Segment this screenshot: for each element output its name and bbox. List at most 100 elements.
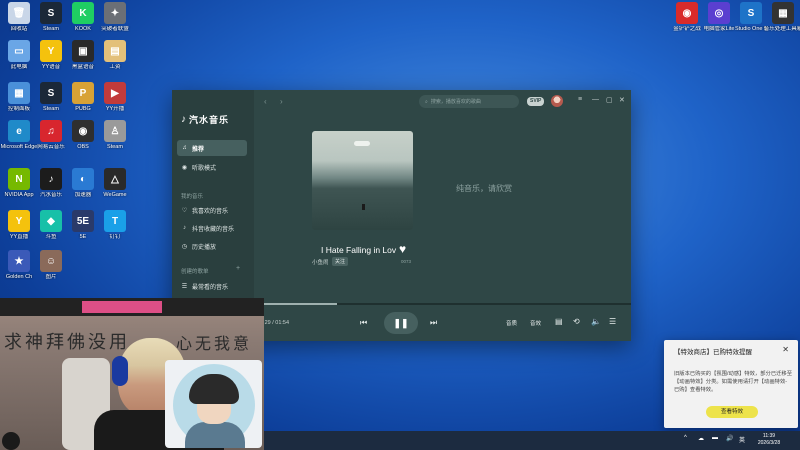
- loop-icon[interactable]: ⟲: [573, 317, 580, 326]
- app-icon: Y: [8, 210, 30, 232]
- app-icon: ◐: [72, 168, 94, 190]
- desktop-icon[interactable]: ◉ 金铲铲之战: [670, 2, 704, 48]
- like-heart-icon[interactable]: ♥: [399, 242, 406, 256]
- tray-volume-icon[interactable]: 🔊: [726, 435, 733, 442]
- album-cover[interactable]: [312, 131, 413, 230]
- desktop-icon[interactable]: ★ Golden Ch: [2, 250, 36, 296]
- follow-button[interactable]: 关注: [332, 257, 349, 266]
- desktop-icon[interactable]: ▤ 工资: [98, 40, 132, 86]
- playlist-icon[interactable]: ☰: [609, 317, 616, 326]
- close-icon[interactable]: ✕: [619, 96, 625, 104]
- brand-name: 汽水音乐: [189, 115, 230, 125]
- add-playlist-button[interactable]: +: [236, 265, 240, 272]
- calligraphy-right: 心无我意: [176, 334, 253, 353]
- tray-battery-icon[interactable]: ▬: [712, 435, 718, 441]
- desktop-icon-label: 图片: [45, 274, 57, 280]
- search-icon: ⌕: [425, 98, 428, 105]
- desktop-icon-label: WeGame: [103, 192, 127, 198]
- desktop-icon[interactable]: 5E 5E: [66, 210, 100, 256]
- listen-mode-icon: ◉: [181, 164, 188, 171]
- clock-time: 11:39: [762, 433, 776, 439]
- app-icon: 🗑: [8, 2, 30, 24]
- nav-label: 推荐: [192, 146, 205, 153]
- brand[interactable]: ♪ 汽水音乐: [181, 113, 229, 126]
- app-icon: ◆: [40, 210, 62, 232]
- desktop-icon[interactable]: ◐ 加速器: [66, 168, 100, 214]
- nav-item-recommend[interactable]: ♫ 推荐: [177, 140, 247, 156]
- desktop-icon[interactable]: ▭ 此电脑: [2, 40, 36, 86]
- previous-icon[interactable]: ⏮: [360, 318, 367, 328]
- artist-name[interactable]: 小鱼闹: [312, 258, 329, 266]
- recommend-icon: ♫: [182, 145, 187, 151]
- menu-icon[interactable]: ≡: [578, 96, 582, 103]
- app-icon: ♪: [40, 168, 62, 190]
- desktop-icon[interactable]: S Studio One 5: [734, 2, 768, 48]
- forward-icon[interactable]: ›: [280, 97, 283, 106]
- minimize-icon[interactable]: —: [592, 96, 599, 103]
- desktop-icon[interactable]: N NVIDIA App: [2, 168, 36, 214]
- next-icon[interactable]: ⏭: [430, 318, 437, 328]
- desktop-icon[interactable]: ◉ OBS: [66, 120, 100, 166]
- user-avatar[interactable]: [551, 95, 563, 107]
- cover-cloud: [354, 141, 370, 146]
- maximize-icon[interactable]: ▢: [606, 96, 613, 104]
- effect-button[interactable]: 音效: [530, 319, 541, 327]
- tray-chevron-icon[interactable]: ^: [684, 435, 687, 441]
- avatar-shirt: [185, 422, 245, 448]
- app-icon: S: [40, 82, 62, 104]
- desktop-icon[interactable]: ♙ Steam: [98, 120, 132, 166]
- volume-icon[interactable]: 🔈: [591, 317, 601, 326]
- nav-label: 听歌模式: [192, 165, 217, 172]
- app-icon: ♙: [104, 120, 126, 142]
- calligraphy-left: 求神拜佛没用: [4, 332, 130, 353]
- lyrics-icon[interactable]: ▤: [555, 317, 563, 326]
- nav-item-history[interactable]: ◷ 历史播放: [177, 238, 247, 254]
- nav-label: 历史播放: [192, 244, 217, 251]
- section-created-playlists: 创建的歌单: [181, 269, 209, 275]
- heart-icon: ♡: [181, 207, 188, 214]
- svip-badge[interactable]: SVIP: [527, 97, 545, 106]
- desktop-icon[interactable]: Y YY语音: [34, 40, 68, 86]
- desktop-icon[interactable]: ♪ 汽水音乐: [34, 168, 68, 214]
- music-note-icon: ♪: [181, 114, 186, 125]
- search-placeholder: 搜索，播放喜欢的歌曲: [430, 99, 481, 105]
- desktop-icon[interactable]: ♫ 网易云音乐: [34, 120, 68, 166]
- desktop-icon[interactable]: e Microsoft Edge: [1, 120, 37, 166]
- app-icon: ◉: [72, 120, 94, 142]
- app-icon: ▣: [72, 40, 94, 62]
- pause-button[interactable]: ❚❚: [384, 312, 418, 334]
- back-icon[interactable]: ‹: [264, 97, 267, 106]
- notification-toast: 【特效商店】已购特效提醒 ✕ 旧版本已购买的【氛围/动感】特效，部分已迁移至【动…: [664, 340, 798, 428]
- playback-time: 1:29 / 01:54: [260, 320, 290, 326]
- app-icon: ▭: [8, 40, 30, 62]
- desktop-icon[interactable]: ▣ 黑盒语音: [66, 40, 100, 86]
- quality-button[interactable]: 音质: [506, 319, 517, 327]
- app-icon: K: [72, 2, 94, 24]
- view-effects-button[interactable]: 查看特效: [706, 406, 758, 418]
- desktop-icon[interactable]: T 钉钉: [98, 210, 132, 256]
- pure-music-notice: 纯音乐，请欣赏: [456, 184, 512, 193]
- nav-item-douyin-collection[interactable]: ♪ 抖音收藏的音乐: [177, 220, 247, 236]
- app-icon: ♫: [40, 120, 62, 142]
- close-icon[interactable]: ✕: [782, 345, 789, 354]
- desktop-icon[interactable]: ▦ 音乐处理工具箱: [764, 2, 800, 48]
- app-icon: ▶: [104, 82, 126, 104]
- douyin-icon: ♪: [183, 225, 186, 231]
- desktop-icon[interactable]: ◎ 电脑管家Lite: [702, 2, 736, 48]
- nav-item-listen-mode[interactable]: ◉ 听歌模式: [177, 159, 247, 175]
- notification-body: 旧版本已购买的【氛围/动感】特效，部分已迁移至【动画特效】分类。如需使用请打开【…: [674, 371, 793, 393]
- nav-item-playlist[interactable]: ☰ 最常看的音乐: [177, 278, 247, 294]
- desktop-icon[interactable]: △ WeGame: [98, 168, 132, 214]
- taskbar-clock[interactable]: 11:39 2026/3/28: [749, 433, 789, 447]
- search-input[interactable]: ⌕ 搜索，播放喜欢的歌曲: [419, 95, 519, 108]
- tray-cloud-icon[interactable]: ☁: [698, 435, 704, 442]
- progress-bar[interactable]: [254, 303, 631, 305]
- pink-banner: [82, 301, 162, 313]
- desktop-icon[interactable]: ☺ 图片: [34, 250, 68, 296]
- app-icon: N: [8, 168, 30, 190]
- tray-language-icon[interactable]: 英: [739, 435, 745, 444]
- headset: [112, 356, 128, 386]
- cover-figure: [362, 204, 365, 210]
- nav-item-liked[interactable]: ♡ 我喜欢的音乐: [177, 202, 247, 218]
- app-icon: T: [104, 210, 126, 232]
